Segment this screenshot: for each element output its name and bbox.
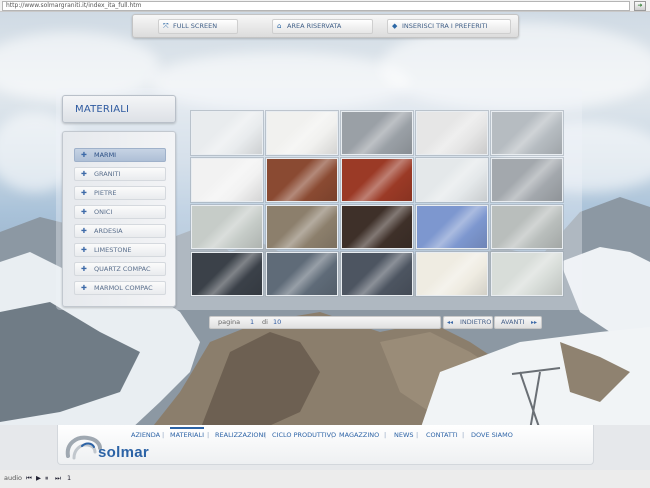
reserved-area-label: AREA RISERVATA xyxy=(287,22,342,30)
stone-swatch[interactable] xyxy=(191,205,263,249)
nav-separator: | xyxy=(384,431,387,439)
stone-gallery xyxy=(191,111,564,296)
reserved-area-button[interactable]: ⌂ AREA RISERVATA xyxy=(272,19,373,34)
next-button[interactable]: AVANTI ▸▸ xyxy=(494,316,542,329)
plus-icon: ✚ xyxy=(81,284,87,292)
nav-realizzazioni[interactable]: REALIZZAZIONI xyxy=(215,430,265,441)
menu-item-label: GRANITI xyxy=(94,170,121,178)
pager-current: 1 xyxy=(250,318,255,326)
section-title-panel: MATERIALI xyxy=(62,95,176,123)
menu-item-label: MARMOL COMPAC xyxy=(94,284,153,292)
materials-menu: ✚ MARMI ✚ GRANITI ✚ PIETRE ✚ ONICI ✚ ARD… xyxy=(62,131,176,307)
home-lock-icon: ⌂ xyxy=(277,22,282,30)
stone-swatch[interactable] xyxy=(341,111,413,155)
pager-total: 10 xyxy=(273,318,282,326)
browser-address-bar: http://www.solmargraniti.it/index_ita_fu… xyxy=(0,0,650,12)
plus-icon: ✚ xyxy=(81,170,87,178)
stone-swatch[interactable] xyxy=(491,252,563,296)
nav-azienda[interactable]: AZIENDA xyxy=(131,430,160,441)
stone-swatch[interactable] xyxy=(191,252,263,296)
stone-swatch[interactable] xyxy=(416,205,488,249)
audio-bar: audio ⏮ ▶ ⏸ ⏭ 1 xyxy=(0,470,650,488)
menu-item-label: PIETRE xyxy=(94,189,117,197)
nav-magazzino[interactable]: MAGAZZINO xyxy=(339,430,379,441)
section-title: MATERIALI xyxy=(75,104,130,115)
plus-icon: ✚ xyxy=(81,151,87,159)
menu-item-label: MARMI xyxy=(94,151,117,159)
plus-icon: ✚ xyxy=(81,208,87,216)
favorite-icon: ◆ xyxy=(392,22,398,30)
audio-prev-icon[interactable]: ⏮ xyxy=(26,474,32,483)
menu-item-marmi[interactable]: ✚ MARMI xyxy=(74,148,166,162)
menu-item-label: LIMESTONE xyxy=(94,246,132,254)
next-label: AVANTI xyxy=(501,318,525,326)
fullscreen-button[interactable]: ⤧ FULL SCREEN xyxy=(158,19,238,34)
nav-ciclo-produttivo[interactable]: CICLO PRODUTTIVO xyxy=(272,430,336,441)
audio-next-icon[interactable]: ⏭ xyxy=(55,474,61,483)
forward-icon: ▸▸ xyxy=(531,319,538,326)
plus-icon: ✚ xyxy=(81,227,87,235)
nav-separator: | xyxy=(331,431,334,439)
audio-pause-icon[interactable]: ⏸ xyxy=(45,474,48,483)
stone-swatch[interactable] xyxy=(491,205,563,249)
url-field[interactable]: http://www.solmargraniti.it/index_ita_fu… xyxy=(2,1,630,11)
plus-icon: ✚ xyxy=(81,246,87,254)
menu-item-ardesia[interactable]: ✚ ARDESIA xyxy=(74,224,166,238)
stone-swatch[interactable] xyxy=(416,158,488,202)
stone-swatch[interactable] xyxy=(341,158,413,202)
stone-swatch[interactable] xyxy=(191,111,263,155)
menu-item-marmol-compac[interactable]: ✚ MARMOL COMPAC xyxy=(74,281,166,295)
nav-separator: | xyxy=(207,431,210,439)
nav-news[interactable]: NEWS xyxy=(394,430,414,441)
pager: pagina 1 di 10 xyxy=(209,316,441,329)
pager-label: pagina xyxy=(218,318,241,326)
stone-swatch[interactable] xyxy=(191,158,263,202)
go-arrow-icon[interactable]: ➜ xyxy=(634,1,646,11)
menu-item-label: QUARTZ COMPAC xyxy=(94,265,151,273)
stone-swatch[interactable] xyxy=(341,252,413,296)
menu-item-quartz-compac[interactable]: ✚ QUARTZ COMPAC xyxy=(74,262,166,276)
stone-swatch[interactable] xyxy=(491,158,563,202)
top-toolbar: ⤧ FULL SCREEN ⌂ AREA RISERVATA ◆ INSERIS… xyxy=(132,14,519,38)
menu-item-limestone[interactable]: ✚ LIMESTONE xyxy=(74,243,166,257)
nav-separator: | xyxy=(462,431,465,439)
nav-dove-siamo[interactable]: DOVE SIAMO xyxy=(471,430,513,441)
fullscreen-icon: ⤧ xyxy=(163,22,169,30)
stone-swatch[interactable] xyxy=(416,111,488,155)
menu-item-label: ONICI xyxy=(94,208,113,216)
plus-icon: ✚ xyxy=(81,265,87,273)
stone-swatch[interactable] xyxy=(491,111,563,155)
stone-swatch[interactable] xyxy=(266,111,338,155)
audio-track-number: 1 xyxy=(67,474,72,482)
nav-separator: | xyxy=(416,431,419,439)
prev-label: INDIETRO xyxy=(460,318,492,326)
nav-contatti[interactable]: CONTATTI xyxy=(426,430,458,441)
stone-swatch[interactable] xyxy=(341,205,413,249)
nav-separator: | xyxy=(162,431,165,439)
audio-label: audio xyxy=(4,474,23,482)
audio-play-icon[interactable]: ▶ xyxy=(36,474,41,482)
plus-icon: ✚ xyxy=(81,189,87,197)
add-favorites-button[interactable]: ◆ INSERISCI TRA I PREFERITI xyxy=(387,19,511,34)
rewind-icon: ◂◂ xyxy=(447,319,454,326)
stone-swatch[interactable] xyxy=(416,252,488,296)
nav-separator: | xyxy=(264,431,267,439)
nav-materiali[interactable]: MATERIALI xyxy=(170,427,205,441)
stone-swatch[interactable] xyxy=(266,158,338,202)
menu-item-graniti[interactable]: ✚ GRANITI xyxy=(74,167,166,181)
fullscreen-label: FULL SCREEN xyxy=(173,22,218,30)
brand-name[interactable]: solmar xyxy=(98,444,149,461)
stone-swatch[interactable] xyxy=(266,205,338,249)
prev-button[interactable]: ◂◂ INDIETRO xyxy=(443,316,493,329)
menu-item-label: ARDESIA xyxy=(94,227,123,235)
pager-of: di xyxy=(262,318,268,326)
add-favorites-label: INSERISCI TRA I PREFERITI xyxy=(402,22,488,30)
menu-item-onici[interactable]: ✚ ONICI xyxy=(74,205,166,219)
menu-item-pietre[interactable]: ✚ PIETRE xyxy=(74,186,166,200)
stone-swatch[interactable] xyxy=(266,252,338,296)
